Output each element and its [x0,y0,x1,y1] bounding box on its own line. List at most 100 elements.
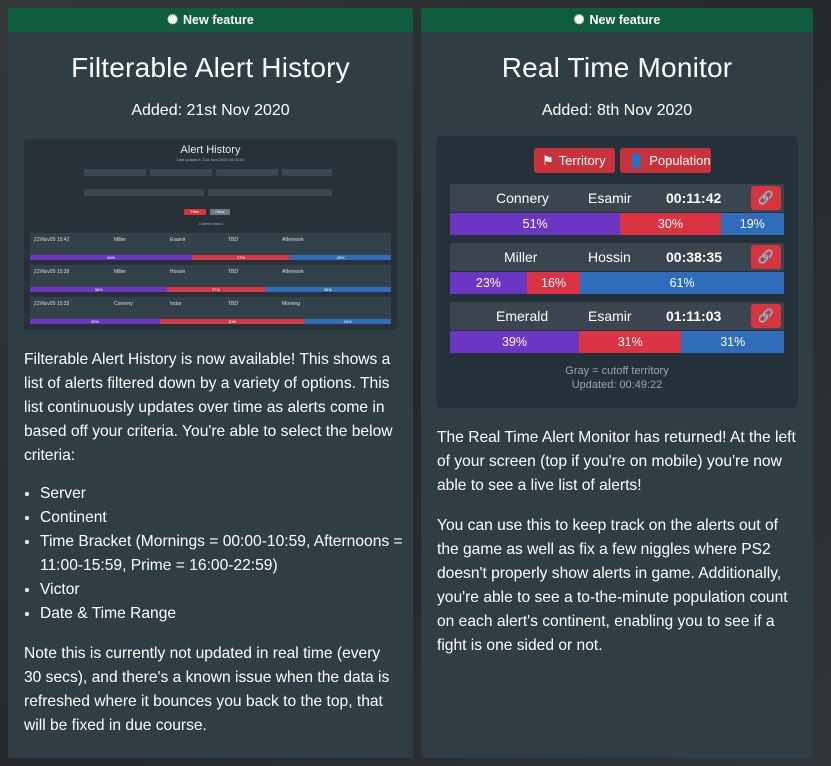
link-icon: 🔗 [757,308,775,323]
mini-server-field [84,169,146,176]
alert-timer: 00:11:42 [666,190,722,206]
mini-tr: 40% [159,319,305,324]
territory-button[interactable]: ⚑ Territory [534,148,615,173]
mini-time: Afternoon [282,269,304,275]
cutoff-note: Gray = cutoff territory [565,365,669,377]
population-bar: 51% 30% 19% [450,213,784,235]
population-label: Population [649,153,711,168]
vs-share: 39% [450,331,579,353]
user-icon: 👤 [628,152,645,168]
alert-row: Connery Esamir 00:11:42 🔗 [450,184,784,212]
mini-tr: 27% [167,287,265,292]
vs-share: 23% [450,272,527,294]
alert-server: Emerald [496,308,549,324]
mini-vs: 38% [30,287,168,292]
gear-icon: ✺ [573,12,585,27]
mini-subtitle: Last updated: 21st Nov 2020 16:02:00 [176,157,245,162]
mini-time: Morning [282,301,301,307]
mini-pop-bar: 45% 27% 28% [30,255,391,260]
mini-victor: Connery [114,301,133,307]
new-feature-badge: ✺ New feature [421,8,813,32]
mini-bracket: TBD [228,269,238,275]
note-paragraph: Note this is currently not updated in re… [24,645,390,734]
mini-to-field [208,189,332,196]
alert-server: Connery [496,190,549,206]
population-button[interactable]: 👤 Population [620,148,711,173]
list-item: Server [40,482,413,506]
mini-continent-field [150,169,212,176]
population-bar: 23% 16% 61% [450,272,784,294]
mini-vs: 45% [30,255,193,260]
mini-victor: Miller [114,269,126,275]
vs-share: 51% [450,213,621,235]
mini-nc: 24% [304,319,391,324]
mini-clear-button: Clear [210,209,230,215]
alert-continent: Esamir [588,190,632,206]
alert-link-button[interactable]: 🔗 [751,186,781,210]
alert-continent: Hossin [588,249,631,265]
mini-row: 21\Nov20 15:39 Miller Hossin TBD Afterno… [30,265,391,287]
territory-label: Territory [558,153,606,168]
badge-label: New feature [183,13,254,27]
nc-share: 61% [580,272,784,294]
details-paragraph: You can use this to keep track on the al… [437,517,788,654]
alert-history-screenshot: Alert History Last updated: 21st Nov 202… [24,139,397,330]
mini-victor: Miller [114,237,126,243]
mini-bracket: TBD [228,301,238,307]
badge-label: New feature [589,13,661,27]
mini-filter-button: Filter [184,209,206,215]
mini-row: 21\Nov20 15:42 Miller Esamir TBD Afterno… [30,233,391,255]
new-feature-badge: ✺ New feature [8,8,413,32]
nc-share: 19% [720,213,784,235]
mini-continent: Indar [170,301,182,307]
feature-card-alert-history: ✺ New feature Filterable Alert History A… [8,8,413,758]
mini-date: 21\Nov20 15:39 [34,269,70,275]
feature-card-realtime-monitor: ✺ New feature Real Time Monitor Added: 8… [421,8,813,758]
link-icon: 🔗 [757,190,775,205]
list-item: Continent [40,506,413,530]
mini-continent: Esamir [170,237,186,243]
mini-bracket-field [216,169,278,176]
mini-bracket: TBD [228,237,238,243]
mini-continent: Hossin [170,269,186,275]
alert-link-button[interactable]: 🔗 [751,245,781,269]
alert-timer: 00:38:35 [666,249,723,265]
mini-from-field [84,189,204,196]
mini-time: Afternoon [282,237,304,243]
alert-continent: Esamir [588,308,632,324]
alert-server: Miller [504,249,538,265]
updated-time: Updated: 00:49:22 [571,379,663,391]
mini-date: 21\Nov20 15:42 [34,237,70,243]
list-item: Time Bracket (Mornings = 00:00-10:59, Af… [40,530,413,578]
mini-tr: 27% [192,255,290,260]
mini-date: 21\Nov20 15:33 [34,301,70,307]
mini-row: 21\Nov20 15:33 Connery Indar TBD Morning [30,297,391,319]
card-title: Filterable Alert History [71,52,350,83]
list-item: Victor [40,578,413,602]
tr-share: 30% [620,213,721,235]
population-bar: 39% 31% 31% [450,331,784,353]
mini-pop-bar: 38% 27% 35% [30,287,391,292]
list-item: Date & Time Range [40,602,413,626]
intro-paragraph: Filterable Alert History is now availabl… [24,351,393,464]
mini-vs: 36% [30,319,160,324]
realtime-monitor-panel: ⚑ Territory 👤 Population Connery Esamir … [436,136,798,408]
mini-title: Alert History [180,144,241,156]
alert-row: Miller Hossin 00:38:35 🔗 [450,243,784,271]
added-date: Added: 21st Nov 2020 [131,102,290,119]
tr-share: 16% [526,272,581,294]
mini-found-count: 3 alerts found [198,221,223,226]
alert-row: Emerald Esamir 01:11:03 🔗 [450,302,784,330]
nc-share: 31% [681,331,784,353]
intro-paragraph: The Real Time Alert Monitor has returned… [437,429,796,494]
tr-share: 31% [578,331,682,353]
mini-pop-bar: 36% 40% 24% [30,319,391,324]
added-date: Added: 8th Nov 2020 [541,102,693,119]
alert-link-button[interactable]: 🔗 [751,304,781,328]
gear-icon: ✺ [167,12,179,27]
flag-icon: ⚑ [542,152,554,168]
criteria-list: Server Continent Time Bracket (Mornings … [8,482,413,626]
link-icon: 🔗 [757,249,775,264]
mini-victor-field [282,169,332,176]
alert-timer: 01:11:03 [666,308,722,324]
